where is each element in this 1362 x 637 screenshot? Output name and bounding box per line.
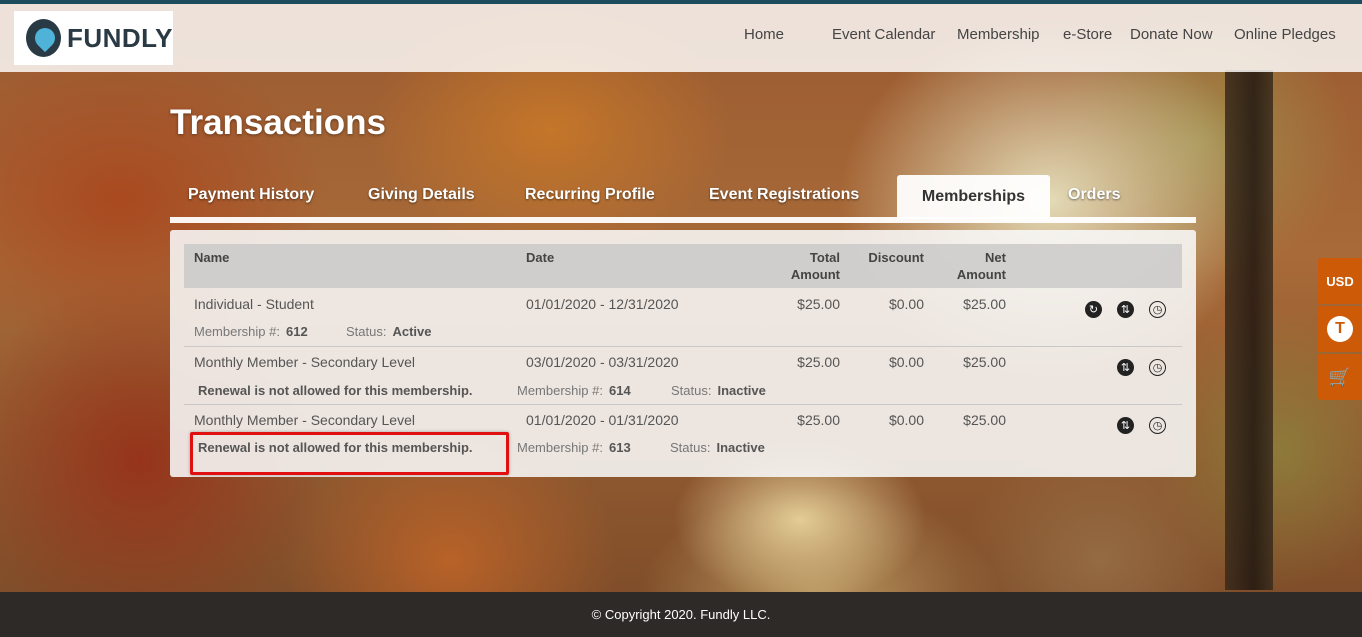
row-status: Status: Inactive <box>671 383 766 398</box>
row-total: $25.00 <box>797 412 840 428</box>
transfer-icon[interactable]: ⇅ <box>1117 301 1134 318</box>
header-total-line2: Amount <box>790 267 840 282</box>
row-net: $25.00 <box>963 412 1006 428</box>
status-label: Status: <box>346 324 387 339</box>
site-footer: © Copyright 2020. Fundly LLC. <box>0 592 1362 637</box>
t-icon: T <box>1327 316 1353 342</box>
nav-donate-now[interactable]: Donate Now <box>1130 26 1213 43</box>
nav-online-pledges[interactable]: Online Pledges <box>1234 26 1336 43</box>
row-name: Monthly Member - Secondary Level <box>194 354 415 370</box>
membership-no-value: 613 <box>608 440 631 455</box>
row-status: Status: Inactive <box>670 440 765 455</box>
cart-button[interactable]: 🛒 <box>1318 354 1362 400</box>
row-name: Individual - Student <box>194 296 314 312</box>
transfer-icon[interactable]: ⇅ <box>1117 359 1134 376</box>
row-status: Status: Active <box>346 324 432 339</box>
row-membership-no: Membership #: 612 <box>194 324 308 339</box>
header-discount: Discount <box>868 250 924 265</box>
nav-event-calendar[interactable]: Event Calendar <box>832 26 935 43</box>
header-date: Date <box>526 250 555 265</box>
tab-giving-details[interactable]: Giving Details <box>368 186 475 204</box>
row-total: $25.00 <box>797 296 840 312</box>
transfer-icon[interactable]: ⇅ <box>1117 417 1134 434</box>
membership-no-label: Membership #: <box>194 324 280 339</box>
tab-event-registrations[interactable]: Event Registrations <box>709 186 859 204</box>
history-icon[interactable]: ◷ <box>1149 417 1166 434</box>
header-total-line1: Total <box>809 250 840 265</box>
table-row: Individual - Student 01/01/2020 - 12/31/… <box>184 288 1182 346</box>
table-row: Monthly Member - Secondary Level 03/01/2… <box>184 347 1182 405</box>
tab-memberships[interactable]: Memberships <box>897 175 1050 219</box>
row-discount: $0.00 <box>888 354 924 370</box>
membership-no-value: 612 <box>285 324 308 339</box>
renewal-not-allowed-note: Renewal is not allowed for this membersh… <box>198 383 473 398</box>
nav-e-store[interactable]: e-Store <box>1063 26 1112 43</box>
history-icon[interactable]: ◷ <box>1149 301 1166 318</box>
renew-icon[interactable]: ↻ <box>1085 301 1102 318</box>
table-header: Name Date Total Amount Discount Net Amou… <box>184 244 1182 288</box>
header-total-amount: Total Amount <box>780 249 840 283</box>
tab-underline <box>170 217 1196 223</box>
membership-no-value: 614 <box>608 383 631 398</box>
row-discount: $0.00 <box>888 412 924 428</box>
main-nav: Home Event Calendar Membership e-Store D… <box>0 4 1362 72</box>
row-name: Monthly Member - Secondary Level <box>194 412 415 428</box>
background-tree <box>1225 70 1273 590</box>
status-value: Inactive <box>716 440 765 455</box>
page-title: Transactions <box>170 103 386 142</box>
status-label: Status: <box>670 440 711 455</box>
nav-home[interactable]: Home <box>744 26 784 43</box>
row-total: $25.00 <box>797 354 840 370</box>
row-membership-no: Membership #: 613 <box>517 440 631 455</box>
header-net-line1: Net <box>985 250 1006 265</box>
row-date: 03/01/2020 - 03/31/2020 <box>526 354 679 370</box>
status-label: Status: <box>671 383 712 398</box>
status-value: Inactive <box>717 383 766 398</box>
t-widget-button[interactable]: T <box>1318 306 1362 352</box>
row-discount: $0.00 <box>888 296 924 312</box>
history-icon[interactable]: ◷ <box>1149 359 1166 376</box>
currency-button[interactable]: USD <box>1318 258 1362 304</box>
tab-payment-history[interactable]: Payment History <box>188 186 314 204</box>
nav-membership[interactable]: Membership <box>957 26 1040 43</box>
row-membership-no: Membership #: 614 <box>517 383 631 398</box>
highlight-annotation-box <box>190 432 509 475</box>
row-date: 01/01/2020 - 12/31/2020 <box>526 296 679 312</box>
site-header: FUNDLY Home Event Calendar Membership e-… <box>0 4 1362 72</box>
row-net: $25.00 <box>963 354 1006 370</box>
tab-orders[interactable]: Orders <box>1068 186 1120 204</box>
copyright-text: © Copyright 2020. Fundly LLC. <box>591 607 771 622</box>
status-value: Active <box>392 324 432 339</box>
cart-icon: 🛒 <box>1328 366 1352 387</box>
membership-no-label: Membership #: <box>517 440 603 455</box>
header-net-line2: Amount <box>956 267 1006 282</box>
tab-recurring-profile[interactable]: Recurring Profile <box>525 186 655 204</box>
row-net: $25.00 <box>963 296 1006 312</box>
header-net-amount: Net Amount <box>946 249 1006 283</box>
header-name: Name <box>194 250 230 265</box>
membership-no-label: Membership #: <box>517 383 603 398</box>
row-date: 01/01/2020 - 01/31/2020 <box>526 412 679 428</box>
